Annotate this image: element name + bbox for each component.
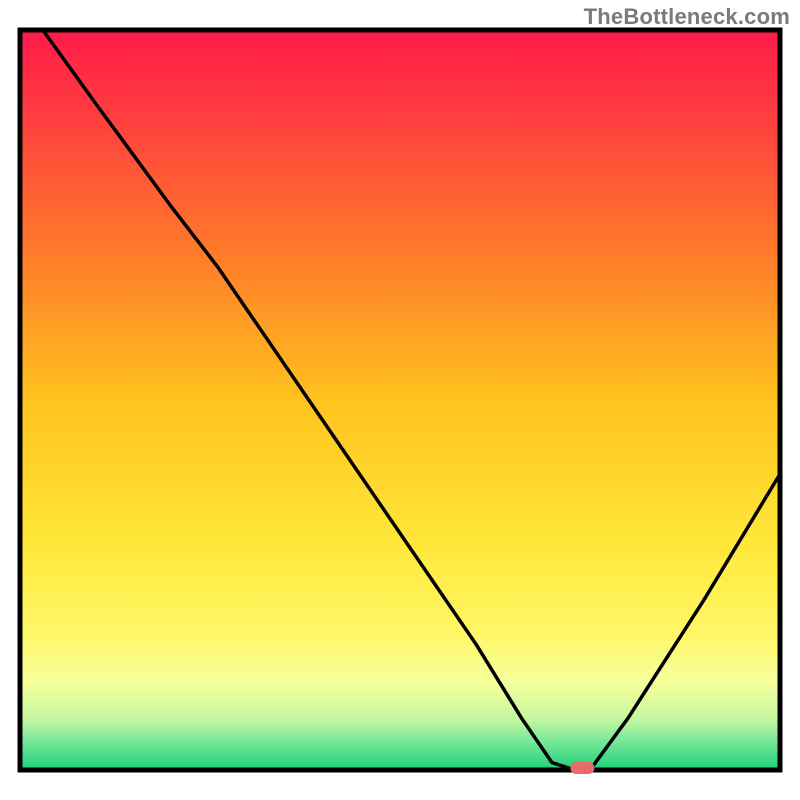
chart-container: TheBottleneck.com bbox=[0, 0, 800, 800]
bottleneck-chart bbox=[0, 0, 800, 800]
optimal-marker bbox=[570, 762, 594, 774]
